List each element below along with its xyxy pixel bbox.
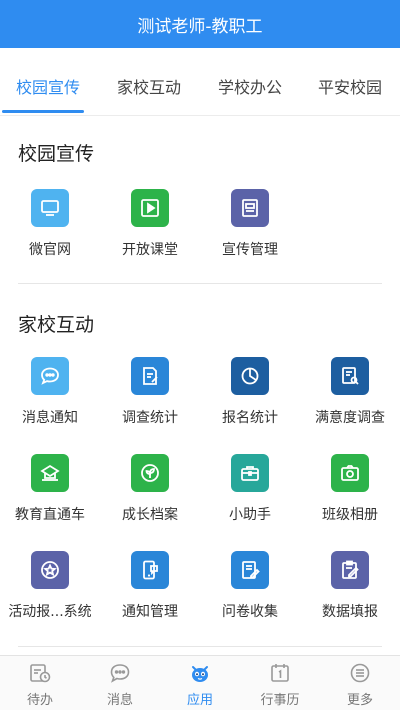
section-title-home-school: 家校互动	[18, 314, 95, 336]
edit-document-icon	[131, 357, 169, 395]
app-label: 消息通知	[22, 410, 78, 426]
app-registration-statistics[interactable]: 报名统计	[200, 357, 300, 445]
tab-school-office[interactable]: 学校办公	[218, 48, 282, 115]
app-header: 测试老师-教职工	[0, 0, 400, 48]
app-label: 微官网	[29, 242, 71, 258]
app-label: 报名统计	[222, 410, 278, 426]
app-notification-management[interactable]: 通知管理	[100, 551, 200, 639]
app-message-notification[interactable]: 消息通知	[0, 357, 100, 445]
app-micro-website[interactable]: 微官网	[0, 189, 100, 277]
app-label: 小助手	[229, 507, 271, 523]
tabbar-label: 更多	[346, 693, 373, 708]
tabbar-item-calendar[interactable]: 行事历	[240, 656, 320, 710]
tabbar-label: 待办	[26, 693, 53, 708]
form-edit-icon	[231, 551, 269, 589]
app-education-express[interactable]: 教育直通车	[0, 454, 100, 542]
tabbar-label: 行事历	[260, 693, 300, 708]
header-title: 测试老师-教职工	[137, 16, 263, 37]
star-badge-icon	[31, 551, 69, 589]
monitor-icon	[31, 189, 69, 227]
sprout-icon	[131, 454, 169, 492]
app-assistant[interactable]: 小助手	[200, 454, 300, 542]
pie-chart-icon	[231, 357, 269, 395]
app-label: 数据填报	[322, 604, 378, 620]
app-label: 满意度调查	[315, 410, 385, 426]
app-questionnaire-collection[interactable]: 问卷收集	[200, 551, 300, 639]
briefcase-icon	[231, 454, 269, 492]
tab-home-school[interactable]: 家校互动	[117, 48, 181, 115]
message-icon	[110, 664, 130, 683]
tabbar-item-messages[interactable]: 消息	[80, 656, 160, 710]
app-label: 问卷收集	[222, 604, 278, 620]
section-divider	[18, 646, 382, 647]
bottom-tabbar: 待办 消息 应用 行事历 更多	[0, 655, 400, 710]
app-survey-statistics[interactable]: 调查统计	[100, 357, 200, 445]
section-title-campus-promotion: 校园宣传	[18, 143, 95, 165]
app-growth-archive[interactable]: 成长档案	[100, 454, 200, 542]
todo-clock-icon	[30, 664, 51, 683]
app-label: 成长档案	[122, 507, 178, 523]
camera-icon	[331, 454, 369, 492]
app-class-album[interactable]: 班级相册	[300, 454, 400, 542]
app-activity-registration[interactable]: 活动报...系统	[0, 551, 100, 639]
video-play-icon	[131, 189, 169, 227]
phone-chat-icon	[131, 551, 169, 589]
clipboard-edit-icon	[331, 551, 369, 589]
app-promotion-management[interactable]: 宣传管理	[200, 189, 300, 277]
active-tab-indicator	[2, 110, 84, 113]
app-label: 活动报...系统	[8, 604, 92, 620]
app-label: 开放课堂	[122, 242, 178, 258]
app-open-classroom[interactable]: 开放课堂	[100, 189, 200, 277]
document-icon	[231, 189, 269, 227]
chat-bubble-icon	[31, 357, 69, 395]
tab-safe-campus[interactable]: 平安校园	[318, 48, 382, 115]
tabbar-label: 应用	[186, 693, 213, 708]
app-label: 班级相册	[322, 507, 378, 523]
tabbar-label: 消息	[106, 693, 133, 708]
tab-campus-promotion[interactable]: 校园宣传	[16, 48, 80, 115]
tabbar-item-more[interactable]: 更多	[320, 656, 400, 710]
app-label: 教育直通车	[15, 507, 85, 523]
app-label: 宣传管理	[222, 242, 278, 258]
section-divider	[18, 283, 382, 284]
app-data-reporting[interactable]: 数据填报	[300, 551, 400, 639]
more-menu-icon	[350, 663, 370, 683]
tabbar-item-todo[interactable]: 待办	[0, 656, 80, 710]
app-label: 调查统计	[122, 410, 178, 426]
calendar-icon	[271, 664, 289, 682]
app-label: 通知管理	[122, 604, 178, 620]
search-document-icon	[331, 357, 369, 395]
school-icon	[31, 454, 69, 492]
app-satisfaction-survey[interactable]: 满意度调查	[300, 357, 400, 445]
category-tabs: 校园宣传 家校互动 学校办公 平安校园	[0, 48, 400, 116]
app-mascot-icon	[192, 666, 208, 682]
tabbar-item-apps[interactable]: 应用	[160, 656, 240, 710]
